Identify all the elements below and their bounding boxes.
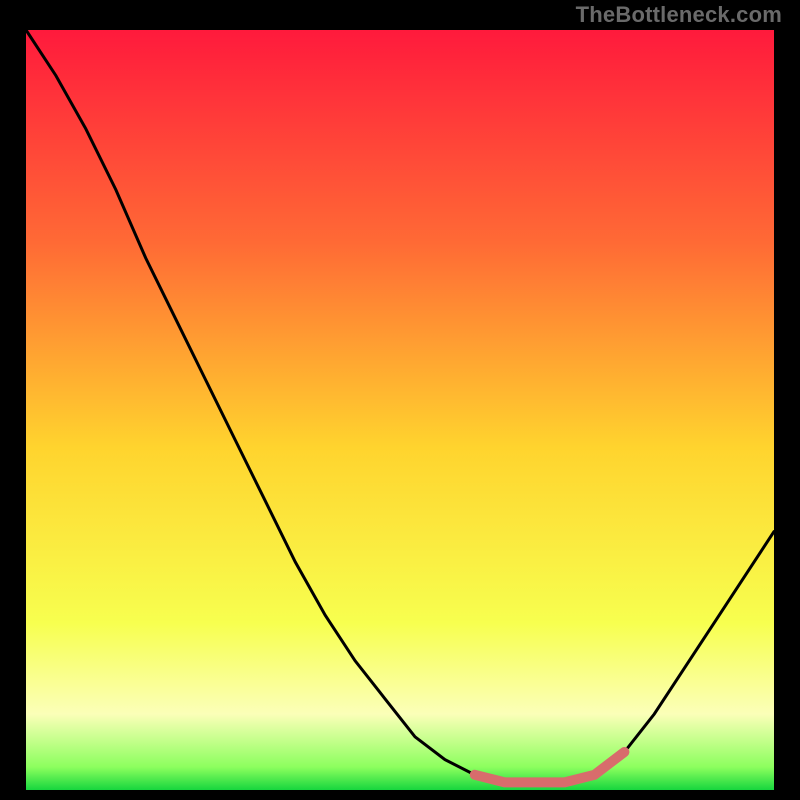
- chart-container: TheBottleneck.com: [0, 0, 800, 800]
- plot-area: [26, 30, 774, 790]
- watermark-text: TheBottleneck.com: [576, 2, 782, 28]
- bottleneck-chart: [0, 0, 800, 800]
